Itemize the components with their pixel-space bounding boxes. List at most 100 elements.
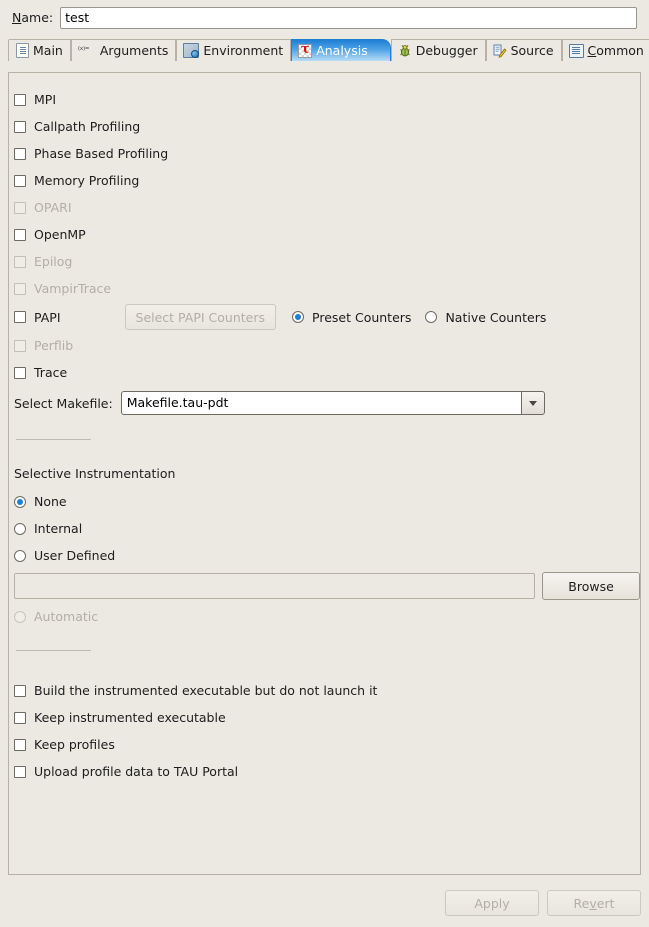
name-label-mnemonic: N xyxy=(12,10,22,25)
instrumentation-file-row: Browse xyxy=(9,569,640,603)
bug-icon xyxy=(398,44,412,58)
checkbox-keep-profiles[interactable] xyxy=(14,738,26,751)
launch-config-tab-bar: Main ⁽ˣ⁾⁼ Arguments Environment Analysis… xyxy=(8,39,649,61)
checkbox-openmp[interactable] xyxy=(14,228,26,241)
checkbox-papi-label: PAPI xyxy=(34,309,61,325)
checkbox-row-perflib: Perflib xyxy=(9,332,640,359)
checkbox-row-phase-based[interactable]: Phase Based Profiling xyxy=(9,140,640,167)
revert-label-prefix: Re xyxy=(573,895,590,911)
checkbox-row-epilog: Epilog xyxy=(9,248,640,275)
checkbox-row-upload-profile-data[interactable]: Upload profile data to TAU Portal xyxy=(9,758,640,785)
checkbox-row-mpi[interactable]: MPI xyxy=(9,86,640,113)
checkbox-keep-profiles-label: Keep profiles xyxy=(34,737,115,752)
name-label: Name: xyxy=(12,10,53,25)
radio-preset-counters[interactable] xyxy=(292,311,305,323)
select-makefile-value[interactable]: Makefile.tau-pdt xyxy=(120,391,521,415)
checkbox-phase-based-label: Phase Based Profiling xyxy=(34,146,169,161)
common-icon xyxy=(568,43,584,58)
checkbox-openmp-label: OpenMP xyxy=(34,227,86,242)
radio-automatic-label: Automatic xyxy=(34,609,99,624)
radio-none[interactable] xyxy=(14,495,26,508)
instrumentation-file-input[interactable] xyxy=(14,573,536,599)
checkbox-memory-profiling-label: Memory Profiling xyxy=(34,173,140,188)
checkbox-phase-based[interactable] xyxy=(14,147,26,160)
tab-debugger[interactable]: Debugger xyxy=(390,39,486,61)
checkbox-row-keep-profiles[interactable]: Keep profiles xyxy=(9,731,640,758)
checkbox-callpath-label: Callpath Profiling xyxy=(34,119,141,134)
checkbox-mpi-label: MPI xyxy=(34,92,57,107)
checkbox-build-no-launch[interactable] xyxy=(14,684,26,697)
browse-button[interactable]: Browse xyxy=(542,572,640,600)
select-makefile-row: Select Makefile: Makefile.tau-pdt xyxy=(9,386,640,420)
checkbox-upload-profile-data-label: Upload profile data to TAU Portal xyxy=(34,764,239,779)
radio-row-internal[interactable]: Internal xyxy=(9,515,640,542)
radio-native-counters[interactable] xyxy=(425,311,438,323)
radio-row-user-defined[interactable]: User Defined xyxy=(9,542,640,569)
tab-common[interactable]: Common xyxy=(561,39,649,61)
radio-internal-label: Internal xyxy=(34,521,83,536)
name-label-rest: ame: xyxy=(21,10,54,25)
checkbox-epilog-label: Epilog xyxy=(34,254,73,269)
checkbox-opari-label: OPARI xyxy=(34,200,72,215)
checkbox-row-openmp[interactable]: OpenMP xyxy=(9,221,640,248)
radio-user-defined[interactable] xyxy=(14,549,26,562)
radio-row-none[interactable]: None xyxy=(9,488,640,515)
checkbox-keep-instrumented-label: Keep instrumented executable xyxy=(34,710,226,725)
checkbox-upload-profile-data[interactable] xyxy=(14,765,26,778)
checkbox-build-no-launch-label: Build the instrumented executable but do… xyxy=(34,683,378,698)
tab-common-label-rest: ommon xyxy=(596,43,644,58)
checkbox-perflib xyxy=(14,339,26,352)
radio-internal[interactable] xyxy=(14,522,26,535)
radio-user-defined-label: User Defined xyxy=(34,548,116,563)
select-papi-counters-button: Select PAPI Counters xyxy=(124,304,277,330)
checkbox-memory-profiling[interactable] xyxy=(14,174,26,187)
selective-instrumentation-title: Selective Instrumentation xyxy=(14,466,176,481)
tab-arguments-label: Arguments xyxy=(99,43,169,58)
revert-button: Revert xyxy=(547,890,641,916)
checkbox-papi[interactable] xyxy=(14,311,26,323)
analysis-tab-panel: MPI Callpath Profiling Phase Based Profi… xyxy=(8,72,641,875)
dialog-button-bar: Apply Revert xyxy=(0,879,649,927)
tab-arguments[interactable]: ⁽ˣ⁾⁼ Arguments xyxy=(70,39,177,61)
checkbox-row-callpath[interactable]: Callpath Profiling xyxy=(9,113,640,140)
revert-label-mnemonic: v xyxy=(589,895,597,911)
checkbox-row-memory-profiling[interactable]: Memory Profiling xyxy=(9,167,640,194)
tab-main[interactable]: Main xyxy=(8,39,71,61)
checkbox-row-trace[interactable]: Trace xyxy=(9,359,640,386)
tab-analysis[interactable]: Analysis xyxy=(291,39,391,61)
tab-source[interactable]: Source xyxy=(485,39,562,61)
tab-environment[interactable]: Environment xyxy=(176,39,292,61)
radio-none-label: None xyxy=(34,494,67,509)
chevron-down-icon[interactable] xyxy=(520,391,545,415)
checkbox-epilog xyxy=(14,255,26,268)
tab-analysis-label: Analysis xyxy=(316,43,368,58)
select-makefile-label: Select Makefile: xyxy=(14,395,113,411)
checkbox-vampirtrace-label: VampirTrace xyxy=(34,281,112,296)
revert-label-suffix: ert xyxy=(596,895,615,911)
tab-main-label: Main xyxy=(33,43,63,58)
tab-common-mnemonic: C xyxy=(587,43,597,58)
tab-common-label: Common xyxy=(588,43,644,58)
checkbox-perflib-label: Perflib xyxy=(34,338,74,353)
checkbox-keep-instrumented[interactable] xyxy=(14,711,26,724)
environment-icon xyxy=(183,43,200,58)
tab-environment-label: Environment xyxy=(203,43,284,58)
apply-button: Apply xyxy=(445,890,539,916)
checkbox-row-build-no-launch[interactable]: Build the instrumented executable but do… xyxy=(9,677,640,704)
radio-preset-counters-label: Preset Counters xyxy=(312,309,412,325)
checkbox-row-opari: OPARI xyxy=(9,194,640,221)
papi-row: PAPI Select PAPI Counters Preset Counter… xyxy=(9,302,640,332)
tab-debugger-label: Debugger xyxy=(415,43,478,58)
checkbox-row-keep-instrumented[interactable]: Keep instrumented executable xyxy=(9,704,640,731)
variable-icon: ⁽ˣ⁾⁼ xyxy=(77,45,90,56)
tau-icon xyxy=(298,42,313,58)
tab-source-label: Source xyxy=(510,43,554,58)
checkbox-callpath[interactable] xyxy=(14,120,26,133)
radio-automatic xyxy=(14,610,26,623)
select-makefile-combo[interactable]: Makefile.tau-pdt xyxy=(120,391,545,415)
checkbox-mpi[interactable] xyxy=(14,93,26,106)
document-icon xyxy=(16,43,29,58)
name-input[interactable] xyxy=(60,6,637,29)
name-row: Name: xyxy=(0,0,649,30)
checkbox-trace[interactable] xyxy=(14,366,26,379)
